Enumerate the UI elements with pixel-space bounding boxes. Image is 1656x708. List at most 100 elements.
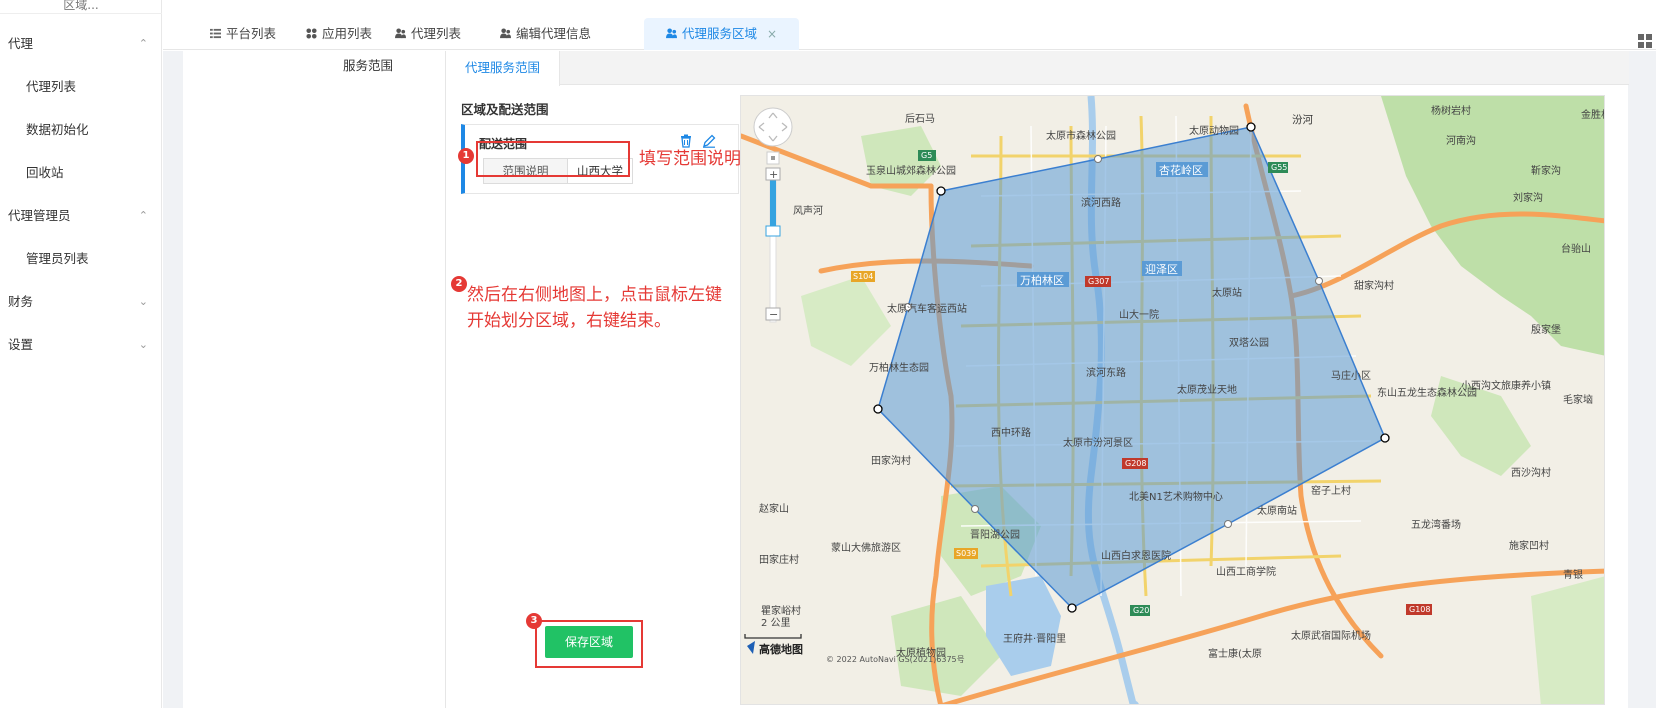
tab-agent-list[interactable]: 代理列表 xyxy=(395,18,461,50)
svg-text:玉泉山城郊森林公园: 玉泉山城郊森林公园 xyxy=(866,164,956,177)
tab-label: 代理服务区域 xyxy=(682,26,758,41)
form-panel: 服务范围 代理服务范围 区域及配送范围 配送范围 范围说明 1 填写范围说明 2 xyxy=(183,51,1629,708)
svg-text:太原站: 太原站 xyxy=(1212,286,1242,299)
close-icon[interactable]: × xyxy=(767,27,777,41)
annotation-text-2b: 开始划分区域，右键结束。 xyxy=(467,311,671,331)
svg-text:滨河东路: 滨河东路 xyxy=(1086,366,1126,379)
svg-text:赵家山: 赵家山 xyxy=(759,502,789,515)
trash-icon[interactable] xyxy=(679,134,693,148)
chevron-up-icon: ⌃ xyxy=(138,209,148,222)
svg-text:富士康(太原: 富士康(太原 xyxy=(1208,647,1262,660)
svg-text:施家凹村: 施家凹村 xyxy=(1509,539,1549,552)
svg-text:双塔公园: 双塔公园 xyxy=(1229,336,1269,349)
svg-text:殷家堡: 殷家堡 xyxy=(1531,323,1561,336)
svg-text:太原市森林公园: 太原市森林公园 xyxy=(1046,129,1116,142)
svg-text:+: + xyxy=(769,168,778,181)
svg-text:S039: S039 xyxy=(956,549,976,558)
svg-text:靳家沟: 靳家沟 xyxy=(1531,164,1561,177)
svg-text:山西工商学院: 山西工商学院 xyxy=(1216,565,1276,578)
svg-text:滨河西路: 滨河西路 xyxy=(1081,196,1121,209)
svg-text:G5: G5 xyxy=(921,151,932,160)
svg-text:S104: S104 xyxy=(853,272,873,281)
annotation-box-1 xyxy=(476,141,630,177)
svg-text:河南沟: 河南沟 xyxy=(1446,134,1476,147)
map-logo: 高德地图 xyxy=(759,642,803,656)
tab-bar: 平台列表 应用列表 代理列表 编辑代理信息 代理服务区域 × xyxy=(163,14,1656,50)
zoom-slider-handle[interactable] xyxy=(765,225,781,237)
apps-icon xyxy=(306,28,317,39)
svg-text:晋阳湖公园: 晋阳湖公园 xyxy=(970,529,1020,541)
svg-text:后石马: 后石马 xyxy=(905,113,935,125)
svg-text:太原汽车客运西站: 太原汽车客运西站 xyxy=(887,302,967,315)
svg-text:青银: 青银 xyxy=(1563,568,1583,581)
area-title: 区域及配送范围 xyxy=(461,102,549,117)
tab-platform-list[interactable]: 平台列表 xyxy=(210,18,276,50)
tab-label: 应用列表 xyxy=(322,26,373,41)
svg-text:窑子上村: 窑子上村 xyxy=(1311,484,1351,497)
edit-icon[interactable] xyxy=(702,134,716,148)
grid-icon[interactable] xyxy=(1638,34,1652,48)
tab-edit-agent[interactable]: 编辑代理信息 xyxy=(500,18,591,50)
sidebar-group-settings[interactable]: 设置 ⌄ xyxy=(8,335,148,355)
annotation-badge-2: 2 xyxy=(451,276,467,292)
svg-text:蒙山大佛旅游区: 蒙山大佛旅游区 xyxy=(831,541,901,554)
svg-text:杏花岭区: 杏花岭区 xyxy=(1159,163,1203,177)
tab-agent-service-range[interactable]: 代理服务范围 xyxy=(446,51,560,86)
sidebar-group-agent[interactable]: 代理 ⌃ xyxy=(8,34,148,54)
svg-text:五龙湾番场: 五龙湾番场 xyxy=(1411,518,1461,531)
tab-label: 代理列表 xyxy=(411,26,462,41)
map-scale-label: 2 公里 xyxy=(761,617,791,629)
sidebar-group-label: 设置 xyxy=(8,337,34,352)
map-pan-control[interactable] xyxy=(753,107,793,147)
sidebar: 区域... 代理 ⌃ 代理列表 数据初始化 回收站 代理管理员 ⌃ 管理员列表 … xyxy=(0,0,162,708)
save-area-button[interactable]: 保存区域 xyxy=(545,626,633,658)
svg-text:G307: G307 xyxy=(1088,277,1109,286)
chevron-down-icon: ⌄ xyxy=(138,338,148,351)
inner-tab-header: 代理服务范围 xyxy=(446,51,1629,86)
svg-text:汾河: 汾河 xyxy=(1292,114,1314,126)
service-range-label: 服务范围 xyxy=(343,58,394,73)
sidebar-item-recycle-bin[interactable]: 回收站 xyxy=(26,163,146,183)
sidebar-group-label: 代理管理员 xyxy=(8,208,71,223)
svg-text:万柏林生态园: 万柏林生态园 xyxy=(869,361,929,374)
sidebar-group-label: 代理 xyxy=(8,36,34,51)
svg-text:万柏林区: 万柏林区 xyxy=(1020,273,1064,287)
sidebar-item-data-init[interactable]: 数据初始化 xyxy=(26,120,146,140)
sidebar-group-label: 财务 xyxy=(8,294,34,309)
svg-text:太原武宿国际机场: 太原武宿国际机场 xyxy=(1291,629,1371,642)
tab-app-list[interactable]: 应用列表 xyxy=(306,18,372,50)
svg-text:G55: G55 xyxy=(1271,163,1287,172)
svg-text:−: − xyxy=(769,308,778,321)
sidebar-item-agent-list[interactable]: 代理列表 xyxy=(26,77,146,97)
svg-text:G20: G20 xyxy=(1133,606,1149,615)
content-area: 服务范围 代理服务范围 区域及配送范围 配送范围 范围说明 1 填写范围说明 2 xyxy=(163,51,1656,708)
svg-text:田家沟村: 田家沟村 xyxy=(871,454,911,467)
svg-text:西沙沟村: 西沙沟村 xyxy=(1511,466,1551,479)
svg-text:马庄小区: 马庄小区 xyxy=(1331,369,1371,382)
svg-text:台骀山: 台骀山 xyxy=(1561,242,1591,255)
svg-text:北美N1艺术购物中心: 北美N1艺术购物中心 xyxy=(1129,490,1223,503)
service-area-editor: 代理服务范围 区域及配送范围 配送范围 范围说明 1 填写范围说明 2 然后在右… xyxy=(445,51,1629,708)
svg-text:山大一院: 山大一院 xyxy=(1119,308,1159,321)
svg-text:小西沟文旅康养小镇: 小西沟文旅康养小镇 xyxy=(1461,379,1551,392)
user-group-icon xyxy=(500,28,511,39)
chevron-up-icon: ⌃ xyxy=(138,37,148,50)
annotation-text-2a: 然后在右侧地图上，点击鼠标左键 xyxy=(467,285,722,305)
sidebar-top-label[interactable]: 区域... xyxy=(0,0,162,14)
svg-text:王府井·晋阳里: 王府井·晋阳里 xyxy=(1003,632,1066,645)
svg-text:太原动物园: 太原动物园 xyxy=(1189,124,1239,137)
user-group-icon xyxy=(666,28,677,39)
sidebar-group-finance[interactable]: 财务 ⌄ xyxy=(8,292,148,312)
tab-label: 平台列表 xyxy=(226,26,277,41)
svg-text:田家庄村: 田家庄村 xyxy=(759,553,799,566)
svg-text:太原市汾河景区: 太原市汾河景区 xyxy=(1063,436,1133,449)
sidebar-item-admin-list[interactable]: 管理员列表 xyxy=(26,249,146,269)
sidebar-group-agent-admin[interactable]: 代理管理员 ⌃ xyxy=(8,206,148,226)
tab-label: 编辑代理信息 xyxy=(516,26,592,41)
svg-text:太原南站: 太原南站 xyxy=(1257,504,1297,517)
svg-text:金胜村: 金胜村 xyxy=(1581,108,1605,121)
svg-text:太原茂业天地: 太原茂业天地 xyxy=(1177,383,1237,396)
map-canvas[interactable]: 杏花岭区 万柏林区 迎泽区 太原市森林公园 太原动物园 玉泉山城郊森林公园 风声… xyxy=(740,95,1605,705)
tab-agent-service-area[interactable]: 代理服务区域 × xyxy=(644,18,800,50)
annotation-text-1: 填写范围说明 xyxy=(639,149,741,169)
